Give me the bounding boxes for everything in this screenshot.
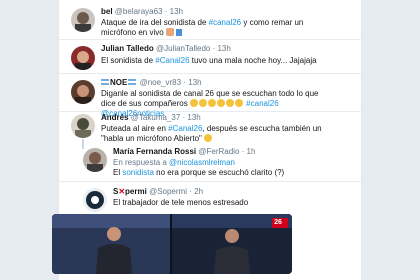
display-name[interactable]: NOE xyxy=(110,78,127,87)
tweet-text: El trabajador de tele menos estresado xyxy=(113,198,249,207)
handle[interactable]: @FerRadio xyxy=(198,147,239,156)
tweet-text: Puteada al aire en #Canal26, después se … xyxy=(101,124,322,143)
person-emoji-icon xyxy=(165,28,174,36)
tweet[interactable]: María Fernanda Rossi @FerRadio · 1h En r… xyxy=(59,146,363,182)
handle[interactable]: @Takuma_37 xyxy=(131,113,180,122)
timestamp[interactable]: 1h xyxy=(247,147,256,156)
channel-logo: 26 xyxy=(274,219,282,226)
avatar[interactable] xyxy=(83,148,107,172)
tweet-text: El sonidista de #Canal26 tuvo una mala n… xyxy=(101,56,317,65)
argentina-flag-icon xyxy=(101,79,109,85)
display-name[interactable]: Julian Talledo xyxy=(101,44,154,53)
laughing-emoji-icon xyxy=(234,99,243,107)
avatar[interactable] xyxy=(71,114,95,138)
laughing-emoji-icon xyxy=(189,99,198,107)
laughing-emoji-icon xyxy=(198,99,207,107)
hashtag-link[interactable]: #Canal26 xyxy=(155,56,189,65)
timestamp[interactable]: 13h xyxy=(217,44,230,53)
timestamp[interactable]: 13h xyxy=(170,7,183,16)
handle[interactable]: @noe_vr83 xyxy=(140,78,181,87)
tweet-header: NOE @noe_vr83 · 13h xyxy=(101,78,202,88)
hashtag-link[interactable]: #Canal26 xyxy=(168,124,202,133)
handle[interactable]: @belaraya63 xyxy=(115,7,163,16)
tweet-header: Julian Talledo @JulianTalledo · 13h xyxy=(101,44,231,53)
reply-context: En respuesta a @nicolasmlrelman xyxy=(113,158,235,167)
tweet-header: S✕permi @Sopermi · 2h xyxy=(113,187,204,196)
handle[interactable]: @Sopermi xyxy=(149,187,187,196)
argentina-flag-icon xyxy=(128,79,137,85)
avatar[interactable] xyxy=(83,188,107,212)
timestamp[interactable]: 13h xyxy=(187,113,200,122)
smirk-emoji-icon xyxy=(204,134,213,142)
hashtag-link[interactable]: #canal26 xyxy=(246,99,278,108)
avatar[interactable] xyxy=(71,80,95,104)
tweet[interactable]: bel @belaraya63 · 13h Ataque de ira del … xyxy=(59,0,363,40)
timestamp[interactable]: 13h xyxy=(188,78,201,87)
tweet-text: Ataque de ira del sonidista de #canal26 … xyxy=(101,18,304,37)
tweet-header: Andrés @Takuma_37 · 13h xyxy=(101,113,201,122)
display-name[interactable]: Andrés xyxy=(101,113,129,122)
tweet-header: bel @belaraya63 · 13h xyxy=(101,7,183,16)
tweet[interactable]: Julian Talledo @JulianTalledo · 13h El s… xyxy=(59,40,363,74)
tweet-text: El sonidista no era porque se escuchó cl… xyxy=(113,168,285,177)
avatar[interactable] xyxy=(71,8,95,32)
laughing-emoji-icon xyxy=(216,99,225,107)
hashtag-link[interactable]: #canal26 xyxy=(209,18,241,27)
avatar[interactable] xyxy=(71,46,95,70)
display-name[interactable]: bel xyxy=(101,7,113,16)
tweet[interactable]: NOE @noe_vr83 · 13h Diganle al sonidista… xyxy=(59,74,363,118)
laughing-emoji-icon xyxy=(207,99,216,107)
laughing-emoji-icon xyxy=(225,99,234,107)
reply-mention-link[interactable]: @nicolasmlrelman xyxy=(169,158,235,167)
tweet-video-thumbnail[interactable]: 26 xyxy=(52,214,292,274)
hashtag-link[interactable]: sonidista xyxy=(122,168,154,177)
tweet-header: María Fernanda Rossi @FerRadio · 1h xyxy=(113,147,256,156)
display-name[interactable]: María Fernanda Rossi xyxy=(113,147,196,156)
tweet[interactable]: Andrés @Takuma_37 · 13h Puteada al aire … xyxy=(59,112,363,146)
down-arrow-emoji-icon xyxy=(175,29,182,36)
handle[interactable]: @JulianTalledo xyxy=(156,44,210,53)
timestamp[interactable]: 2h xyxy=(194,187,203,196)
